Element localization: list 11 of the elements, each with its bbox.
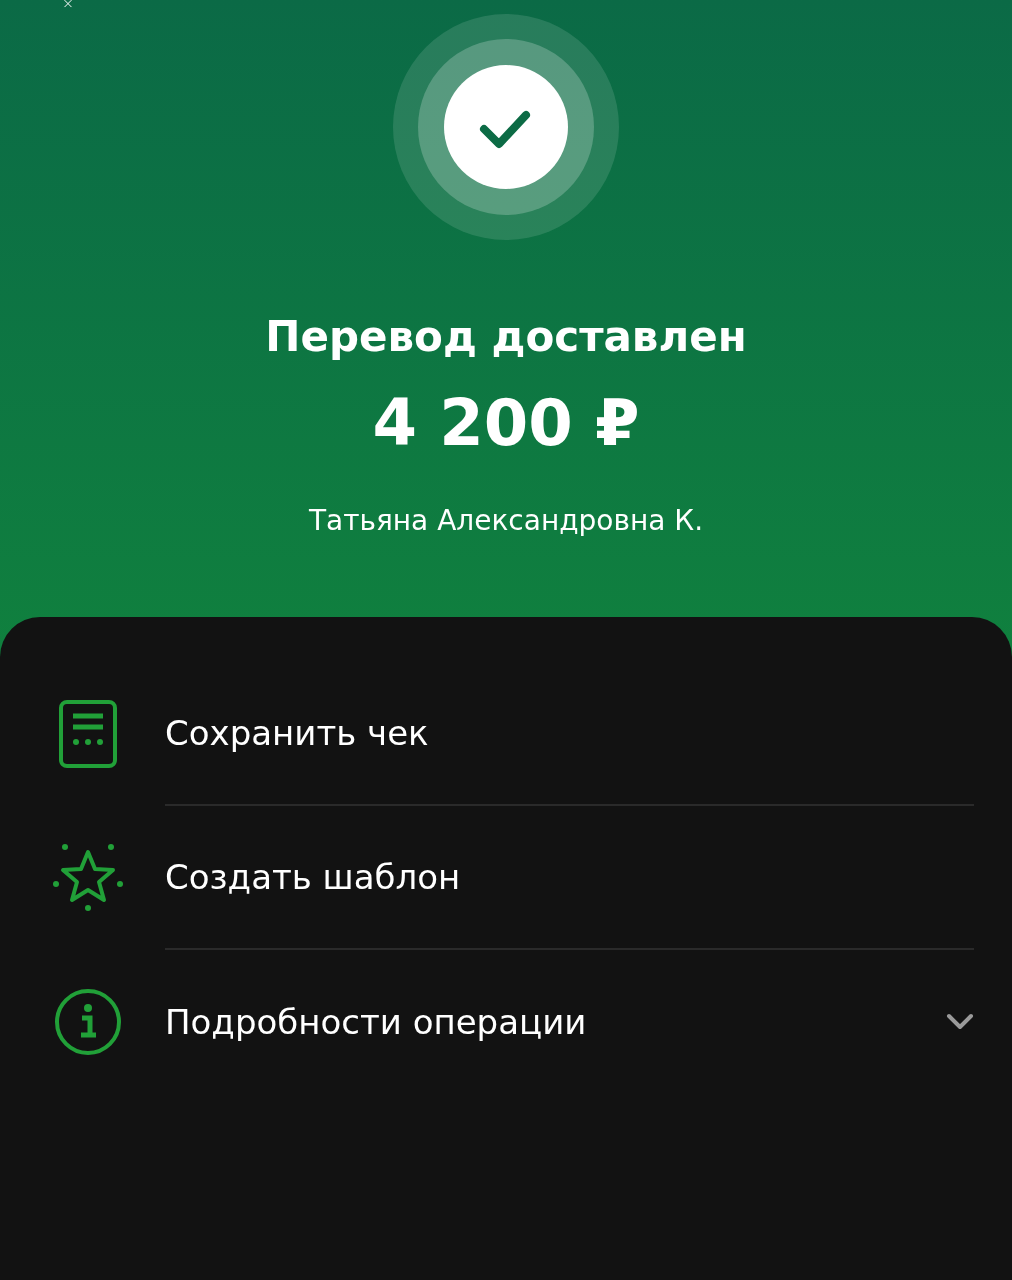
chevron-down-icon[interactable] (946, 1013, 974, 1031)
recipient-name: Татьяна Александровна К. (308, 503, 704, 539)
amount: 4 200 ₽ (372, 387, 640, 459)
receipt-icon (58, 699, 118, 769)
success-check-icon (392, 13, 620, 241)
info-icon (53, 987, 123, 1057)
action-button[interactable]: Создать шаблон (165, 851, 974, 903)
action-button[interactable]: Сохранить чек (165, 707, 974, 759)
star-icon (52, 842, 124, 914)
action-button[interactable]: Подробности операции (165, 996, 946, 1048)
status-title: Перевод доставлен (265, 311, 747, 363)
